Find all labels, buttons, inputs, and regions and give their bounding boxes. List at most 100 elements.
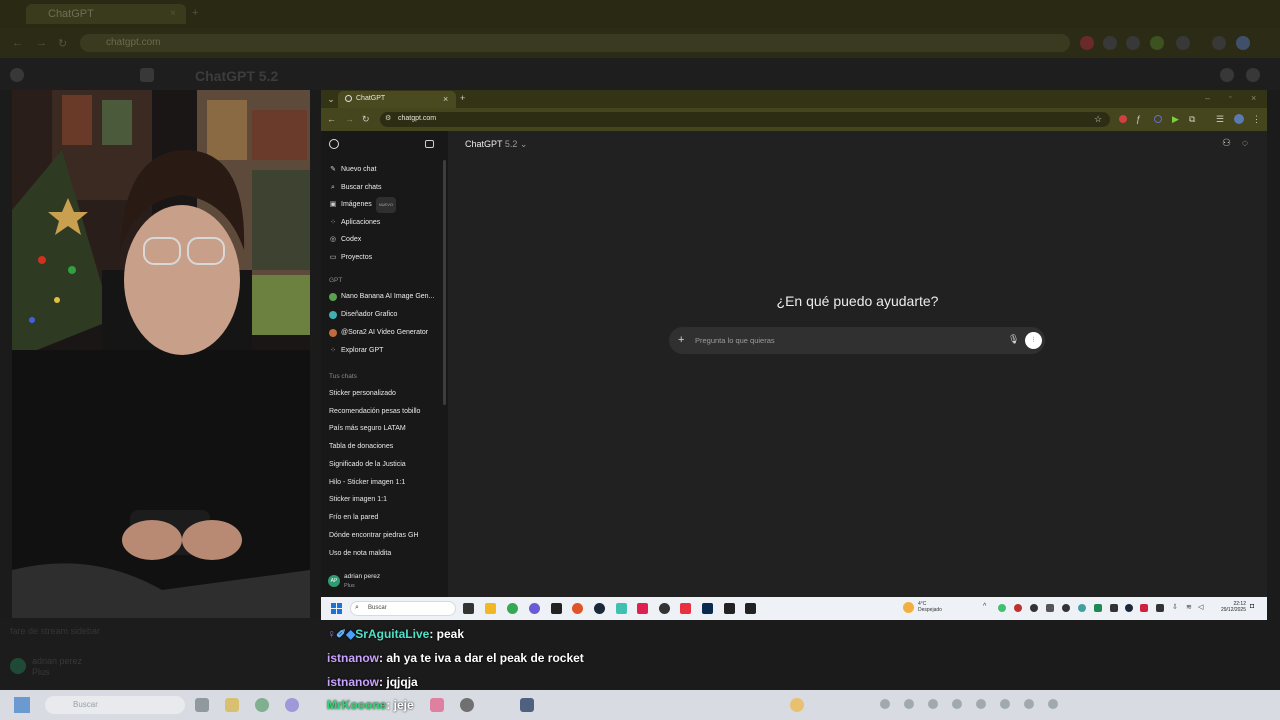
taskbar-clock[interactable]: 22:12 29/12/2025 (1216, 601, 1246, 613)
explore-gpt[interactable]: ⁘ Explorar GPT (329, 344, 383, 358)
gpt-item[interactable]: Nano Banana AI Image Gen... (329, 290, 434, 304)
chat-history-item[interactable]: Sticker imagen 1:1 (329, 496, 387, 503)
outer-new-tab-icon[interactable]: + (192, 7, 198, 19)
chat-history-item[interactable]: País más seguro LATAM (329, 425, 406, 432)
app-icon[interactable] (637, 603, 648, 614)
outer-tray-icon[interactable] (976, 699, 986, 709)
app-icon[interactable] (680, 603, 691, 614)
bookmark-star-icon[interactable]: ☆ (1094, 114, 1102, 124)
tray-icon[interactable] (1156, 604, 1164, 612)
outer-tray-icon[interactable] (880, 699, 890, 709)
tray-icon[interactable] (1094, 604, 1102, 612)
task-view-icon[interactable] (463, 603, 474, 614)
tray-chevron-icon[interactable]: ^ (983, 603, 986, 610)
outer-tray-icon[interactable] (1048, 699, 1058, 709)
outer-extension-icon[interactable] (1080, 36, 1094, 50)
voice-mode-icon[interactable]: ⫶ (1025, 332, 1042, 349)
chat-history-item[interactable]: Sticker personalizado (329, 390, 396, 397)
outer-tray-icon[interactable] (952, 699, 962, 709)
temporary-chat-icon[interactable]: ◌ (1242, 139, 1248, 149)
extension-icon[interactable]: ƒ (1136, 114, 1141, 124)
nav-new-chat[interactable]: ✎ Nuevo chat (329, 163, 376, 177)
outer-forward-icon[interactable]: → (36, 37, 47, 49)
outer-start-icon[interactable] (14, 697, 30, 713)
outer-tab-close-icon[interactable]: × (170, 8, 176, 19)
tray-icon[interactable] (1014, 604, 1022, 612)
outer-extension-icon[interactable] (1103, 36, 1117, 50)
usb-icon[interactable]: ⇩ (1172, 603, 1178, 611)
outer-task-icon[interactable] (225, 698, 239, 712)
outer-task-icon[interactable] (195, 698, 209, 712)
outer-task-icon[interactable] (520, 698, 534, 712)
tab-list-chevron-icon[interactable]: ⌄ (326, 94, 336, 104)
photoshop-icon[interactable] (702, 603, 713, 614)
extensions-puzzle-icon[interactable]: ⧉ (1189, 114, 1195, 124)
nav-search-chats[interactable]: ⌕ Buscar chats (329, 181, 381, 195)
reload-icon[interactable]: ↻ (362, 114, 370, 124)
new-tab-icon[interactable]: + (460, 93, 465, 103)
minimize-icon[interactable]: – (1205, 93, 1210, 103)
tray-icon[interactable] (1062, 604, 1070, 612)
reading-list-icon[interactable]: ☰ (1216, 114, 1224, 124)
extension-icon[interactable] (1119, 115, 1127, 123)
url-field[interactable]: chatgpt.com (380, 112, 1110, 127)
user-avatar[interactable]: AP (328, 575, 340, 587)
nav-apps[interactable]: ⁘ Aplicaciones (329, 216, 380, 230)
inner-tab[interactable]: ChatGPT (338, 91, 456, 108)
outer-tray-icon[interactable] (904, 699, 914, 709)
outer-back-icon[interactable]: ← (12, 37, 23, 49)
chat-history-item[interactable]: Dónde encontrar piedras GH (329, 532, 419, 539)
sidebar-toggle-icon[interactable] (425, 140, 434, 148)
obs-icon[interactable] (551, 603, 562, 614)
extension-icon[interactable] (1154, 115, 1162, 123)
back-icon[interactable]: ← (327, 114, 336, 124)
tray-icon[interactable] (998, 604, 1006, 612)
outer-extension-icon[interactable] (1150, 36, 1164, 50)
tab-close-icon[interactable]: × (443, 94, 448, 104)
gpt-item[interactable]: Diseñador Grafico (329, 308, 397, 322)
profile-avatar[interactable] (1234, 114, 1244, 124)
play-extension-icon[interactable]: ▶ (1172, 114, 1179, 124)
restore-icon[interactable]: ▫ (1229, 93, 1231, 103)
tray-icon[interactable] (1125, 604, 1133, 612)
chat-history-item[interactable]: Frío en la pared (329, 514, 378, 521)
capcut-icon[interactable] (724, 603, 735, 614)
outer-task-icon[interactable] (285, 698, 299, 712)
outer-sidebar-toggle-icon[interactable] (140, 68, 154, 82)
nav-projects[interactable]: ▭ Proyectos (329, 251, 372, 265)
steam-icon[interactable] (594, 603, 605, 614)
outer-url-field[interactable]: chatgpt.com (80, 34, 1070, 52)
tray-icon[interactable] (1078, 604, 1086, 612)
outer-tray-icon[interactable] (928, 699, 938, 709)
capcut-icon[interactable] (745, 603, 756, 614)
add-attachment-icon[interactable]: + (678, 334, 684, 346)
tray-icon[interactable] (1110, 604, 1118, 612)
chat-history-item[interactable]: Uso de nota maldita (329, 550, 391, 557)
nav-codex[interactable]: ◎ Codex (329, 233, 361, 247)
outer-user-icon[interactable] (1220, 68, 1234, 82)
user-icon[interactable]: ⚇ (1222, 139, 1231, 149)
outer-taskbar-search[interactable]: Buscar (45, 696, 185, 714)
outer-task-icon[interactable] (460, 698, 474, 712)
gpt-item[interactable]: @Sora2 AI Video Generator (329, 326, 428, 340)
discord-icon[interactable] (529, 603, 540, 614)
nav-images[interactable]: ▣ Imágenes NUEVO (329, 197, 396, 213)
site-info-icon[interactable]: ⚙ (385, 114, 391, 124)
tray-icon[interactable] (1140, 604, 1148, 612)
app-icon[interactable] (616, 603, 627, 614)
model-selector[interactable]: ChatGPT 5.2 ⌄ (465, 139, 527, 150)
wifi-icon[interactable]: ≋ (1186, 603, 1192, 611)
app-icon[interactable] (572, 603, 583, 614)
weather-widget[interactable]: 4°C Despejado (918, 601, 942, 613)
chrome-icon[interactable] (507, 603, 518, 614)
file-explorer-icon[interactable] (485, 603, 496, 614)
outer-extension-icon[interactable] (1126, 36, 1140, 50)
tray-icon[interactable] (1030, 604, 1038, 612)
tray-icon[interactable] (1046, 604, 1054, 612)
outer-temp-chat-icon[interactable] (1246, 68, 1260, 82)
outer-extension-icon[interactable] (1212, 36, 1226, 50)
taskbar-search[interactable]: Buscar (350, 601, 456, 616)
outer-tray-icon[interactable] (1000, 699, 1010, 709)
chat-history-item[interactable]: Recomendación pesas tobillo (329, 408, 420, 415)
window-close-icon[interactable]: × (1251, 93, 1256, 103)
